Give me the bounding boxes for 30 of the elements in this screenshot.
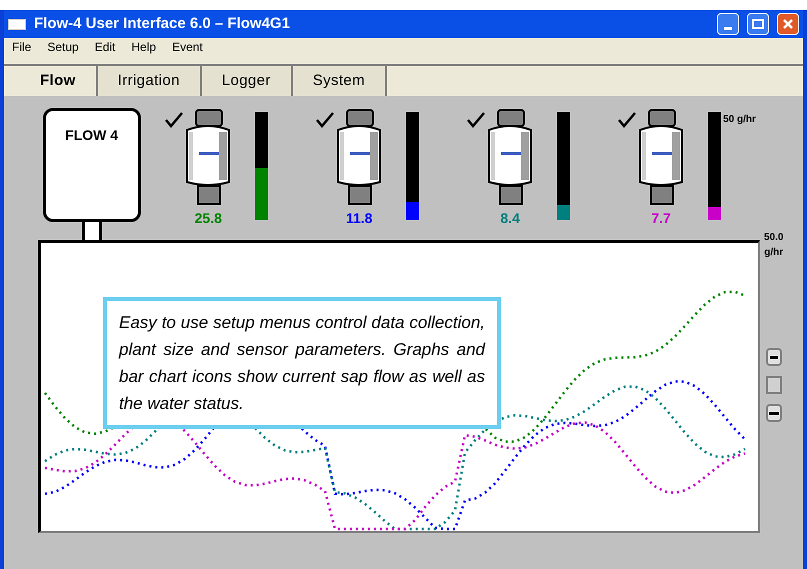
tab[interactable]: Logger — [202, 66, 293, 96]
sensor-reading: 7.7 — [651, 209, 671, 228]
menu-item[interactable]: Setup — [47, 38, 79, 56]
check-icon[interactable] — [618, 112, 636, 128]
zoom-out-button[interactable] — [766, 404, 782, 422]
logger-label: FLOW 4 — [65, 127, 118, 143]
window-icon — [8, 18, 26, 30]
minimize-button[interactable] — [717, 13, 739, 35]
callout-text: Easy to use setup menus control data collection, plant size and sensor parameters. Graphs and bar chart icons show current sap flow as well as the water status. — [119, 312, 485, 415]
window-title: Flow-4 User Interface 6.0 – Flow4G1 — [34, 14, 291, 34]
zoom-in-button[interactable] — [766, 348, 782, 366]
check-icon[interactable] — [467, 112, 486, 128]
check-icon[interactable] — [316, 112, 334, 128]
tab[interactable]: Irrigation — [98, 66, 202, 96]
close-button[interactable] — [777, 13, 799, 35]
menu-item[interactable]: File — [12, 38, 32, 56]
fit-button[interactable] — [766, 376, 782, 394]
menu-item[interactable]: Edit — [94, 38, 116, 56]
scale-bottom-value: 50.0 — [764, 231, 784, 245]
sensor-reading: 11.8 — [346, 209, 372, 228]
tab[interactable]: System — [292, 66, 388, 96]
sensor-reading: 25.8 — [194, 209, 222, 228]
scale-bottom-unit: g/hr — [764, 246, 784, 260]
sensor-reading: 8.4 — [500, 209, 520, 228]
menu-item[interactable]: Event — [172, 38, 203, 56]
maximize-button[interactable] — [747, 13, 769, 35]
scale-top-label: 50 g/hr — [723, 113, 756, 127]
close-icon — [782, 18, 794, 30]
check-icon[interactable] — [165, 112, 184, 128]
menu-item[interactable]: Help — [131, 38, 156, 56]
